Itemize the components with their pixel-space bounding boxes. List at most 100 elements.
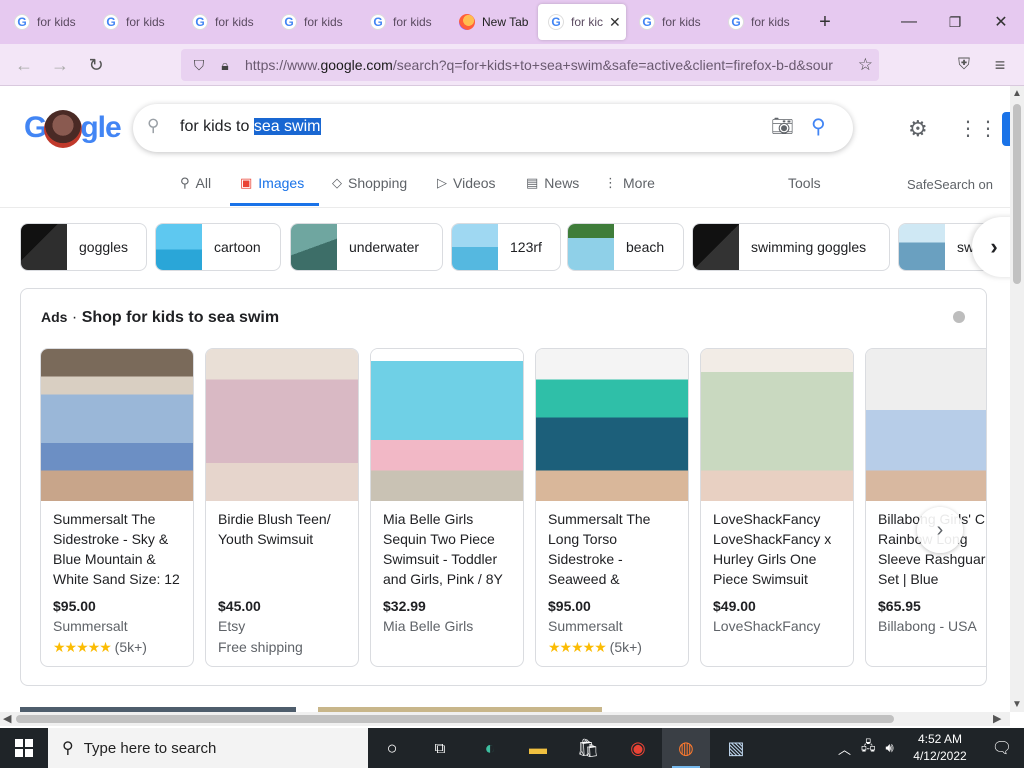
url-bar[interactable]: ⛉ 🔒︎ https://www.google.com/search?q=for… [181, 49, 879, 81]
product-title[interactable]: Summersalt The Long Torso Sidestroke - S… [548, 509, 680, 591]
browser-tab[interactable]: G for kids t [182, 4, 268, 40]
store-icon[interactable]: 🛍︎ [564, 728, 612, 768]
chip-thumbnail [899, 224, 945, 270]
product-card[interactable]: Mia Belle Girls Sequin Two Piece Swimsui… [370, 348, 524, 667]
chip-beach[interactable]: beach [567, 223, 684, 271]
tab-more[interactable]: ⋮ More [604, 175, 655, 191]
google-icon: G [103, 14, 119, 30]
close-window-button[interactable]: ✕ [978, 0, 1024, 44]
chip-underwater[interactable]: underwater [290, 223, 443, 271]
product-title[interactable]: LoveShackFancy LoveShackFancy x Hurley G… [713, 509, 845, 591]
taskbar-search-box[interactable]: ⚲ Type here to search [48, 728, 368, 768]
search-input[interactable]: for kids to sea swim [180, 118, 321, 136]
tools-button[interactable]: Tools [788, 175, 821, 191]
photos-app-icon[interactable]: ▧ [712, 728, 760, 768]
volume-icon[interactable]: 🔊︎ [886, 740, 894, 756]
chip-goggles[interactable]: goggles [20, 223, 147, 271]
tab-videos[interactable]: ▷ Videos [437, 175, 496, 191]
chevron-right-icon[interactable]: › [917, 507, 963, 553]
notification-icon[interactable]: 🗨︎ [980, 728, 1024, 768]
scroll-down-icon[interactable]: ▼ [1012, 699, 1022, 710]
browser-tab[interactable]: G for kids t [629, 4, 715, 40]
edge-icon[interactable]: ◐ [466, 728, 514, 768]
scrollbar-thumb[interactable] [1013, 104, 1021, 284]
chip-swimming-goggles[interactable]: swimming goggles [692, 223, 890, 271]
product-price: $95.00 [548, 598, 591, 614]
browser-tab[interactable]: G for kids t [360, 4, 446, 40]
url-path: /search?q=for+kids+to+sea+swim&safe=acti… [392, 57, 833, 73]
browser-tab[interactable]: New Tab [449, 4, 535, 40]
lock-icon[interactable]: 🔒︎ [213, 57, 237, 74]
back-button[interactable]: ← [10, 51, 38, 79]
google-doodle-logo[interactable]: Ggle [24, 110, 122, 148]
product-card[interactable]: LoveShackFancy LoveShackFancy x Hurley G… [700, 348, 854, 667]
vertical-scrollbar[interactable]: ▲ ▼ [1010, 86, 1024, 712]
tab-label: Images [258, 175, 305, 191]
cortana-icon[interactable]: ○ [368, 728, 416, 768]
browser-tab[interactable]: G for kids t [718, 4, 804, 40]
chip-123rf[interactable]: 123rf [451, 223, 561, 271]
start-button[interactable] [0, 728, 48, 768]
forward-button[interactable]: → [46, 51, 74, 79]
tools-label: Tools [788, 175, 821, 191]
info-icon[interactable] [953, 311, 965, 323]
product-title[interactable]: Summersalt The Sidestroke - Sky & Blue M… [53, 509, 185, 591]
camera-icon[interactable]: 📷︎ [771, 116, 794, 137]
sign-in-button[interactable] [1002, 112, 1010, 146]
browser-tab[interactable]: G for kids t [4, 4, 90, 40]
minimize-button[interactable]: — [886, 0, 932, 44]
reload-button[interactable]: ↻ [82, 51, 110, 79]
ads-separator: · [71, 309, 78, 326]
browser-tab-active[interactable]: G for kic ✕ [538, 4, 626, 40]
product-card[interactable]: Summersalt The Long Torso Sidestroke - S… [535, 348, 689, 667]
chip-cartoon[interactable]: cartoon [155, 223, 281, 271]
chevron-up-icon[interactable]: ︿ [838, 739, 851, 758]
product-price: $45.00 [218, 598, 261, 614]
new-tab-button[interactable]: + [802, 0, 848, 44]
play-icon: ▷ [437, 175, 447, 190]
task-view-icon[interactable]: ⧉ [416, 728, 464, 768]
product-card[interactable]: Summersalt The Sidestroke - Sky & Blue M… [40, 348, 194, 667]
tab-all[interactable]: ⚲ All [180, 175, 211, 191]
pocket-icon[interactable]: ⛨ [950, 51, 978, 79]
search-tabs: ⚲ All ▣ Images ◇ Shopping ▷ Videos ▤ News ⋮ Mo… [0, 171, 1010, 207]
shield-icon[interactable]: ⛉ [187, 57, 211, 74]
logo-letters: gle [80, 110, 121, 144]
browser-tab[interactable]: G for kids t [93, 4, 179, 40]
scroll-up-icon[interactable]: ▲ [1012, 88, 1022, 99]
browser-tab[interactable]: G for kids t [271, 4, 357, 40]
bookmark-star-icon[interactable]: ☆ [858, 55, 873, 75]
product-title[interactable]: Mia Belle Girls Sequin Two Piece Swimsui… [383, 509, 515, 591]
scroll-right-icon[interactable]: ▶ [993, 712, 1001, 725]
chip-label: swimming goggles [751, 239, 867, 255]
tab-images[interactable]: ▣ Images [240, 175, 304, 191]
product-title[interactable]: Birdie Blush Teen/ Youth Swimsuit [218, 509, 350, 591]
close-tab-icon[interactable]: ✕ [609, 14, 621, 31]
image-icon: ▣ [240, 175, 253, 190]
horizontal-scrollbar[interactable]: ◀ ▶ [0, 712, 1010, 726]
product-image [701, 349, 853, 501]
gear-icon[interactable]: ⚙ [908, 116, 928, 142]
search-submit-icon[interactable]: ⚲ [811, 114, 826, 139]
safesearch-toggle[interactable]: SafeSearch on [907, 177, 993, 192]
url-text[interactable]: https://www.google.com/search?q=for+kids… [245, 57, 845, 73]
file-explorer-icon[interactable]: ▬ [514, 728, 562, 768]
product-card[interactable]: Birdie Blush Teen/ Youth Swimsuit $45.00… [205, 348, 359, 667]
product-price: $95.00 [53, 598, 96, 614]
product-card[interactable]: Billabong Girls' C A Rainbow Long Sleeve… [865, 348, 986, 667]
menu-icon[interactable]: ≡ [986, 51, 1014, 79]
scroll-left-icon[interactable]: ◀ [3, 712, 11, 725]
url-prefix: https://www. [245, 57, 321, 73]
firefox-taskbar-icon[interactable]: ◍ [662, 728, 710, 768]
google-icon: G [281, 14, 297, 30]
tab-shopping[interactable]: ◇ Shopping [332, 175, 407, 191]
network-icon[interactable]: 🖧︎ [861, 737, 876, 759]
scrollbar-thumb[interactable] [16, 715, 894, 723]
restore-button[interactable]: ❐ [932, 0, 978, 44]
browser-tab-label: for kids t [751, 15, 791, 29]
taskbar-clock[interactable]: 4:52 AM 4/12/2022 [910, 731, 970, 765]
search-box[interactable]: ⚲ for kids to sea swim 📷︎ ⚲ [133, 104, 853, 152]
google-icon: G [192, 14, 208, 30]
tab-news[interactable]: ▤ News [526, 175, 579, 191]
chrome-icon[interactable]: ◉ [614, 728, 662, 768]
